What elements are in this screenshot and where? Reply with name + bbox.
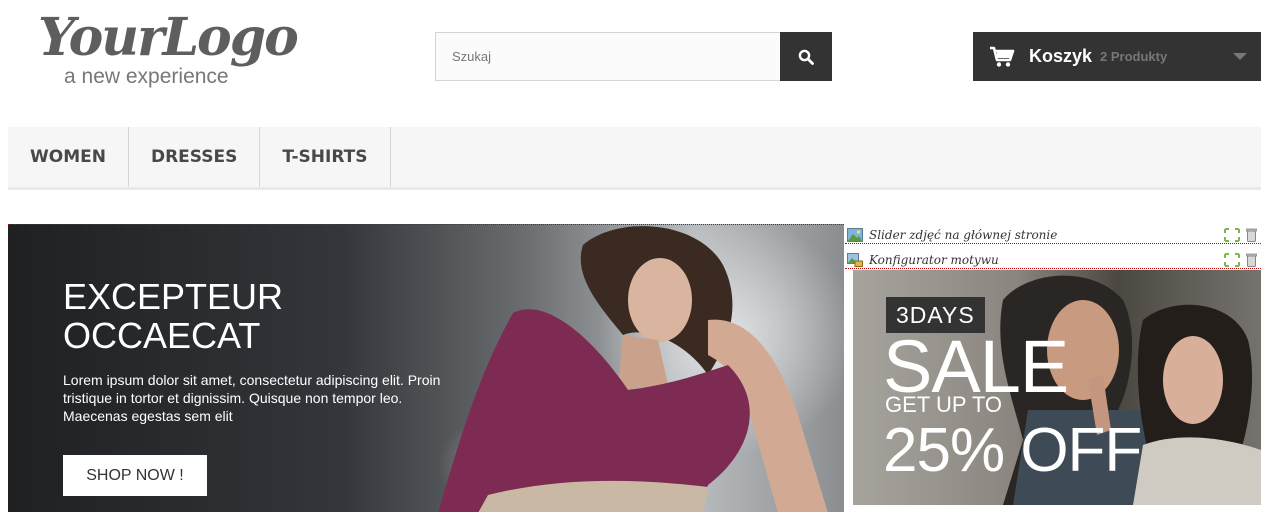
hero-description: Lorem ipsum dolor sit amet, consectetur … [63, 372, 441, 424]
module-bar-slider[interactable]: Slider zdjęć na głównej stronie [845, 226, 1261, 244]
trash-icon[interactable] [1246, 253, 1257, 267]
module-label-slider: Slider zdjęć na głównej stronie [869, 227, 1058, 242]
menu-item-dresses[interactable]: DRESSES [129, 127, 261, 187]
hero-title: EXCEPTEUR OCCAECAT [63, 277, 463, 355]
sale-banner[interactable]: 3DAYS SALE GET UP TO 25% OFF [853, 270, 1261, 505]
image-module-icon [847, 227, 863, 242]
search-button[interactable] [780, 32, 832, 81]
caret-down-icon[interactable] [1233, 53, 1247, 60]
cart-title: Koszyk [1029, 46, 1093, 66]
shop-now-button[interactable]: SHOP NOW ! [63, 455, 207, 496]
sale-subtitle: GET UP TO [885, 392, 1002, 417]
logo[interactable]: YourLogo a new experience [36, 6, 336, 94]
menu-item-t-shirts[interactable]: T-SHIRTS [260, 127, 391, 187]
theme-module-icon [847, 252, 863, 267]
search-form [435, 32, 832, 81]
hero-title-line1: EXCEPTEUR [63, 276, 284, 317]
move-icon[interactable] [1224, 228, 1240, 242]
trash-icon[interactable] [1246, 228, 1257, 242]
module-label-theme: Konfigurator motywu [869, 252, 999, 267]
logo-tagline: a new experience [64, 65, 229, 88]
hero-title-line2: OCCAECAT [63, 315, 261, 356]
search-input[interactable] [435, 32, 780, 81]
module-actions-theme [1224, 253, 1257, 267]
module-actions-slider [1224, 228, 1257, 242]
cart-button[interactable]: Koszyk 2 Produkty [973, 32, 1261, 81]
cart-icon [990, 46, 1015, 67]
main-menu: WOMEN DRESSES T-SHIRTS [8, 127, 1261, 190]
search-icon [798, 49, 814, 65]
move-icon[interactable] [1224, 253, 1240, 267]
sale-discount: 25% OFF [883, 416, 1142, 485]
home-slider[interactable]: EXCEPTEUR OCCAECAT Lorem ipsum dolor sit… [8, 224, 844, 512]
module-bar-theme[interactable]: Konfigurator motywu [845, 251, 1261, 269]
cart-count: 2 Produkty [1100, 49, 1168, 64]
menu-item-women[interactable]: WOMEN [8, 127, 129, 187]
logo-main-text: YourLogo [38, 7, 299, 68]
